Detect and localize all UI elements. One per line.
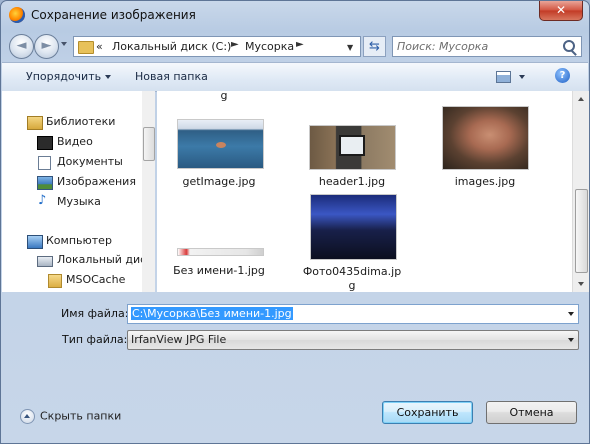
- file-tile[interactable]: Без имени-1.jpg: [171, 248, 267, 278]
- scrollbar-thumb[interactable]: [143, 127, 155, 161]
- chevron-right-icon[interactable]: ►: [231, 39, 239, 50]
- chevron-up-icon: [20, 409, 35, 424]
- hide-folders-button[interactable]: Скрыть папки: [20, 409, 121, 424]
- file-name: Без имени-1.jpg: [173, 264, 265, 277]
- libraries-icon: [27, 116, 43, 130]
- sidebar-item-label: Видео: [57, 135, 93, 148]
- refresh-button[interactable]: ⇆: [363, 36, 386, 57]
- address-overflow[interactable]: «: [96, 40, 103, 53]
- folder-icon: [78, 41, 94, 54]
- file-list-scrollbar[interactable]: [572, 91, 589, 292]
- search-icon[interactable]: [563, 40, 575, 52]
- navigation-pane: Библиотеки Видео Документы Изображения ♪…: [2, 91, 155, 292]
- sidebar-item-music[interactable]: ♪ Музыка: [2, 193, 152, 211]
- cancel-button[interactable]: Отмена: [486, 401, 577, 424]
- hide-folders-label: Скрыть папки: [40, 409, 122, 423]
- computer-icon: [27, 235, 43, 249]
- filetype-value: IrfanView JPG File: [131, 333, 227, 346]
- file-name: header1.jpg: [318, 175, 386, 188]
- breadcrumb-trash-folder[interactable]: Мусорка: [245, 40, 294, 53]
- recent-pages-dropdown[interactable]: [61, 42, 67, 46]
- file-tile[interactable]: header1.jpg: [302, 125, 402, 189]
- file-name: images.jpg: [454, 175, 516, 188]
- file-list: g getImage.jpg header1.jpg images.jpg Бе…: [157, 91, 572, 292]
- search-box[interactable]: [392, 36, 582, 57]
- filename-value[interactable]: C:\Мусорка\Без имени-1.jpg: [131, 307, 293, 320]
- thumbnail-image: [310, 194, 397, 260]
- forward-button[interactable]: ►: [34, 34, 59, 59]
- filename-field[interactable]: C:\Мусорка\Без имени-1.jpg: [127, 304, 579, 324]
- help-icon[interactable]: ?: [555, 68, 570, 83]
- folder-icon: [48, 274, 62, 288]
- organize-label: Упорядочить: [26, 70, 102, 83]
- chevron-right-icon[interactable]: ►: [296, 39, 304, 50]
- file-name: getImage.jpg: [182, 175, 256, 188]
- sidebar-item-documents[interactable]: Документы: [2, 153, 152, 171]
- window-title: Сохранение изображения: [31, 8, 196, 22]
- search-input[interactable]: [397, 39, 557, 54]
- chevron-down-icon[interactable]: [519, 75, 525, 79]
- address-bar[interactable]: « Локальный диск (C:) ► Мусорка ► ▼: [73, 36, 361, 57]
- sidebar-item-label: Изображения: [57, 175, 136, 188]
- save-button[interactable]: Сохранить: [382, 401, 473, 424]
- sidebar-item-msocache[interactable]: MSOCache: [2, 271, 152, 289]
- chevron-down-icon[interactable]: [568, 312, 574, 316]
- navigation-bar: ◄ ► « Локальный диск (C:) ► Мусорка ► ▼ …: [1, 31, 589, 61]
- close-button[interactable]: ✕: [539, 1, 583, 21]
- sidebar-item-label: Документы: [57, 155, 123, 168]
- sidebar-item-computer[interactable]: Компьютер: [2, 232, 152, 250]
- cut-off-file-caption[interactable]: g: [214, 91, 234, 102]
- filename-label: Имя файла:: [61, 307, 129, 320]
- new-folder-button[interactable]: Новая папка: [135, 70, 208, 83]
- sidebar-item-pictures[interactable]: Изображения: [2, 173, 152, 191]
- file-name-line: g: [348, 279, 356, 292]
- thumbnail-image: [309, 125, 396, 170]
- firefox-icon: [9, 7, 25, 23]
- scroll-up-icon[interactable]: [578, 97, 584, 101]
- chevron-down-icon: [105, 75, 112, 79]
- back-button[interactable]: ◄: [9, 34, 34, 59]
- sidebar-item-label: Компьютер: [46, 234, 112, 247]
- title-bar: Сохранение изображения ✕: [1, 1, 589, 31]
- change-view-icon[interactable]: [496, 71, 511, 83]
- sidebar-item-local-disk[interactable]: Локальный диск: [2, 251, 153, 269]
- organize-menu[interactable]: Упорядочить: [26, 70, 112, 83]
- pictures-icon: [37, 176, 53, 190]
- sidebar-item-label: Локальный диск: [57, 253, 153, 266]
- sidebar-scrollbar[interactable]: [142, 91, 155, 292]
- save-form: Имя файла: C:\Мусорка\Без имени-1.jpg Ти…: [2, 293, 588, 443]
- thumbnail-image: [177, 248, 264, 256]
- command-bar: Упорядочить Новая папка ?: [2, 62, 588, 92]
- thumbnail-image: [177, 119, 264, 169]
- sidebar-item-label: Музыка: [57, 195, 101, 208]
- save-image-dialog: Сохранение изображения ✕ ◄ ► « Локальный…: [0, 0, 590, 444]
- breadcrumb-local-disk[interactable]: Локальный диск (C:): [112, 40, 231, 53]
- sidebar-item-video[interactable]: Видео: [2, 133, 152, 151]
- scrollbar-thumb[interactable]: [575, 189, 588, 273]
- scroll-down-icon[interactable]: [578, 282, 584, 286]
- thumbnail-image: [442, 106, 529, 170]
- file-name-line: Фото0435dima.jp: [302, 265, 402, 278]
- filetype-select[interactable]: IrfanView JPG File: [127, 330, 579, 350]
- video-icon: [37, 136, 53, 150]
- local-disk-icon: [37, 256, 53, 267]
- sidebar-item-label: MSOCache: [66, 273, 126, 286]
- sidebar-item-libraries[interactable]: Библиотеки: [2, 113, 152, 131]
- sidebar-item-label: Библиотеки: [46, 115, 116, 128]
- documents-icon: [38, 156, 51, 170]
- file-tile[interactable]: images.jpg: [430, 106, 540, 189]
- chevron-down-icon: [568, 338, 574, 342]
- filetype-label: Тип файла:: [62, 333, 128, 346]
- file-tile[interactable]: Фото0435dima.jp g: [302, 194, 402, 292]
- file-tile[interactable]: getImage.jpg: [171, 119, 267, 189]
- chevron-down-icon[interactable]: ▼: [347, 43, 353, 52]
- music-icon: ♪: [38, 193, 47, 208]
